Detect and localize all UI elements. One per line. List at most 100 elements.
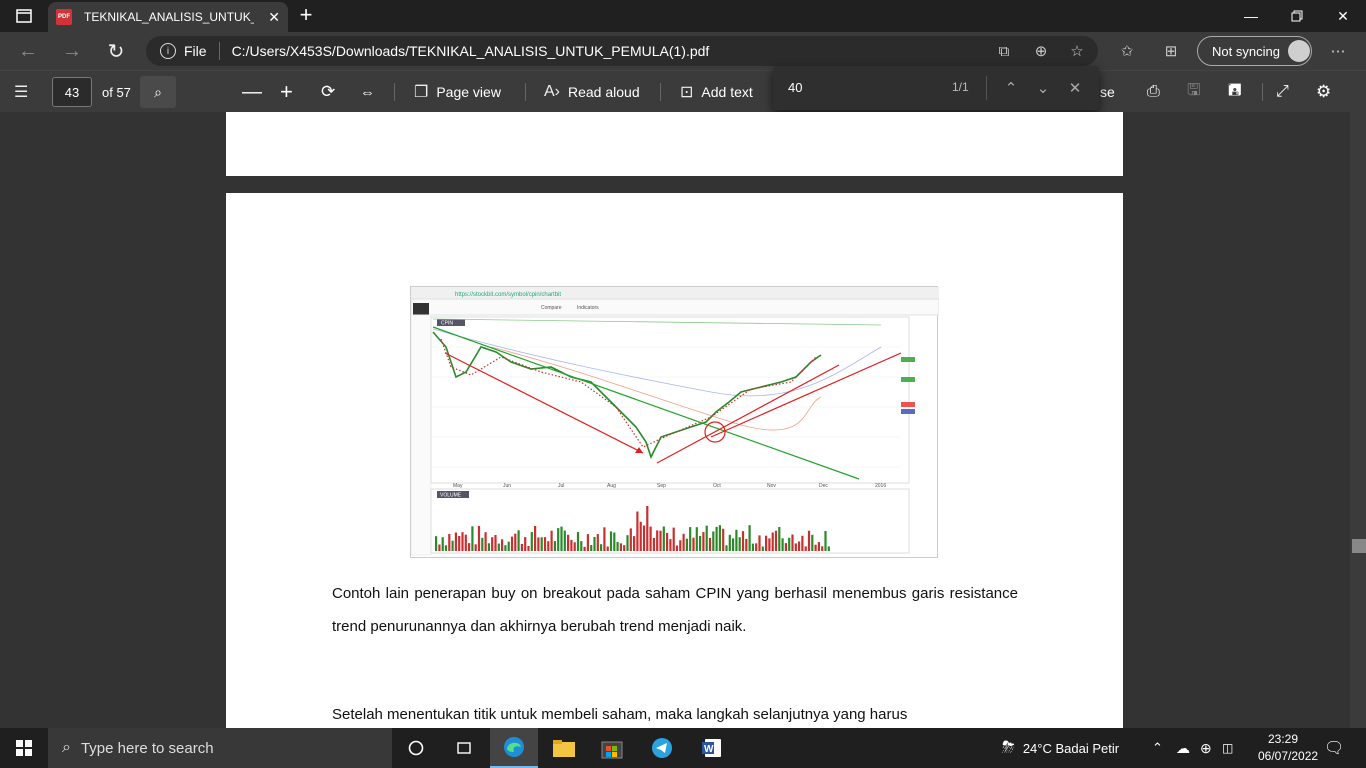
find-next-chevron-down-icon[interactable]: ⌄ [1031,76,1055,100]
zoom-in-button[interactable]: + [280,79,293,104]
pdf-icon: PDF [56,9,72,25]
onedrive-cloud-icon[interactable]: ☁ [1176,728,1190,768]
refresh-button[interactable]: ↻ [100,37,132,65]
find-input[interactable]: 40 [788,80,802,95]
page-total: of 57 [102,85,131,100]
fit-page-icon[interactable]: ⇔ [360,80,375,104]
read-aloud-icon: A› [544,83,560,100]
search-icon: ⌕ [62,739,71,756]
svg-text:Compare: Compare [541,305,562,311]
task-view-icon[interactable] [440,728,488,768]
tab-close-icon[interactable]: ✕ [268,9,280,26]
svg-text:Aug: Aug [607,483,616,489]
forward-button[interactable]: → [56,37,88,65]
weather-text: 24°C Badai Petir [1022,740,1120,756]
paragraph-breakout-example: Contoh lain penerapan buy on breakout pa… [332,585,1018,635]
svg-text:2016: 2016 [875,483,886,489]
favorites-icon[interactable]: ✩ [1116,40,1138,62]
file-explorer-folder-icon[interactable] [540,728,588,768]
svg-text:Indicators: Indicators [577,305,599,311]
taskbar: ⌕ Type here to search W ⛈ 24°C Badai Pet… [0,728,1366,768]
read-view-icon[interactable]: ⧉ [993,40,1015,62]
pdf-page: https://stockbit.com/symbol/cpin/chartbi… [226,193,1123,728]
text-icon: ⊡ [680,84,694,101]
clock-time: 23:29 [1267,732,1299,746]
back-button[interactable]: ← [12,37,44,65]
tab-actions-icon[interactable] [8,4,40,28]
start-windows-icon[interactable] [0,728,48,768]
contents-icon[interactable]: ☰ [14,80,36,104]
show-hidden-icons-chevron-up-icon[interactable]: ⌃ [1152,728,1163,768]
chart-screenshot-image: https://stockbit.com/symbol/cpin/chartbi… [410,286,940,558]
volume-icon[interactable]: ◫ [1222,728,1233,768]
taskbar-search-field[interactable]: ⌕ Type here to search [48,728,392,768]
settings-gear-icon[interactable]: ⚙ [1316,80,1331,104]
rotate-icon[interactable]: ⟳ [321,80,335,104]
browser-tab[interactable]: PDF TEKNIKAL_ANALISIS_UNTUK_PEMULA(1).pd… [48,2,288,32]
search-placeholder: Type here to search [80,739,214,757]
collections-icon[interactable]: ⊞ [1160,40,1182,62]
restore-button[interactable] [1274,0,1320,32]
svg-text:Sep: Sep [657,483,666,489]
fullscreen-icon[interactable]: ⤢ [1276,80,1289,104]
sync-label: Not syncing [1212,43,1280,59]
toolbar-divider [1262,83,1263,101]
svg-text:CPIN: CPIN [441,321,453,327]
page-view-button[interactable]: ❐ Page view [414,80,501,104]
svg-text:Oct: Oct [713,483,721,489]
tab-bar: PDF TEKNIKAL_ANALISIS_UNTUK_PEMULA(1).pd… [0,0,1366,32]
read-aloud-button[interactable]: A› Read aloud [544,80,640,104]
network-globe-icon[interactable]: ⊕ [1200,728,1212,768]
svg-text:Dec: Dec [819,483,828,489]
word-icon[interactable]: W [688,728,736,768]
zoom-out-button[interactable]: — [242,80,262,104]
minimize-button[interactable]: — [1228,0,1274,32]
toolbar-divider [525,83,526,101]
paragraph-next-step: Setelah menentukan titik untuk membeli s… [332,706,908,723]
erase-partial-label[interactable]: se [1100,80,1115,104]
stock-chart-picture: https://stockbit.com/symbol/cpin/chartbi… [410,287,940,556]
microsoft-store-icon[interactable] [588,728,636,768]
find-count: 1/1 [952,80,969,94]
weather-widget[interactable]: ⛈ 24°C Badai Petir [1002,728,1119,768]
search-icon[interactable]: ⌕ [140,76,176,108]
find-close-icon[interactable]: ✕ [1063,76,1087,100]
new-tab-button[interactable]: + [294,4,318,28]
close-window-button[interactable]: ✕ [1320,0,1366,32]
svg-text:May: May [453,483,463,489]
edge-browser-icon[interactable] [490,728,538,768]
page-view-icon: ❐ [414,84,429,101]
more-menu-icon[interactable]: ⋯ [1327,40,1349,62]
page-number-input[interactable]: 43 [52,77,92,107]
scrollbar-thumb[interactable] [1352,539,1366,553]
find-previous-chevron-up-icon[interactable]: ⌃ [999,76,1023,100]
svg-text:Jul: Jul [558,483,564,489]
document-viewer[interactable]: https://stockbit.com/symbol/cpin/chartbi… [0,112,1366,728]
svg-text:Nov: Nov [767,483,776,489]
toolbar-divider [394,83,395,101]
print-icon[interactable]: ⎙ [1147,80,1160,104]
profile-button[interactable]: Not syncing [1197,36,1312,66]
add-text-button[interactable]: ⊡ Add text [680,80,753,104]
add-favorite-icon[interactable]: ☆ [1066,40,1088,62]
url-scheme: File [184,43,207,59]
find-divider [986,76,987,100]
pdf-toolbar: ☰ 43 of 57 ⌕ — + ⟳ ⇔ ❐ Page view A› Read a… [0,70,1366,112]
task-view-circle-icon[interactable] [392,728,440,768]
notifications-icon[interactable]: 🗨 [1324,728,1344,768]
save-icon[interactable]: 🖫 [1187,80,1201,104]
zoom-icon[interactable]: ⊕ [1030,40,1052,62]
clock-date: 06/07/2022 [1258,749,1319,763]
chart-url-text: https://stockbit.com/symbol/cpin/chartbi… [455,292,561,298]
find-bar: 40 1/1 ⌃ ⌄ ✕ [773,66,1099,110]
info-icon[interactable]: i [160,43,176,59]
thunderstorm-icon: ⛈ [1002,739,1015,756]
save-as-icon[interactable]: 🖪 [1228,80,1242,104]
address-bar: ← → ↻ i File C:/Users/X453S/Downloads/TE… [0,32,1366,70]
system-clock[interactable]: 23:29 06/07/2022 [1258,731,1319,765]
svg-text:Jun: Jun [503,483,511,489]
vertical-scrollbar[interactable] [1350,112,1366,728]
telegram-icon[interactable] [638,728,686,768]
url-field[interactable]: i File C:/Users/X453S/Downloads/TEKNIKAL… [146,36,1098,66]
svg-text:W: W [704,744,714,755]
